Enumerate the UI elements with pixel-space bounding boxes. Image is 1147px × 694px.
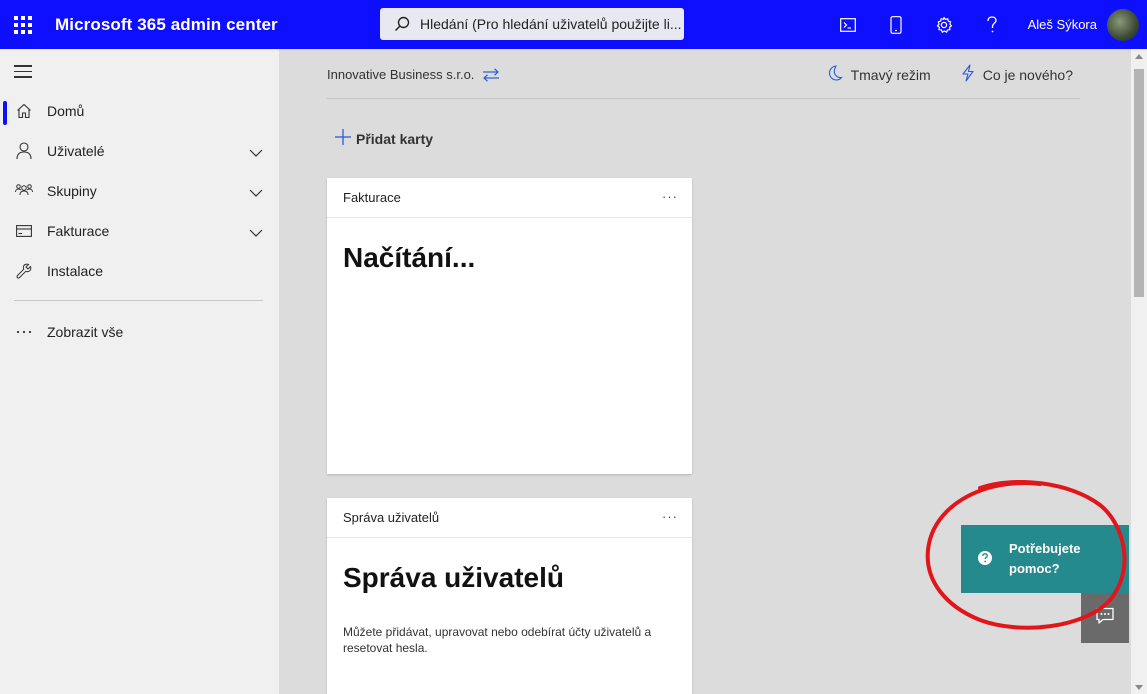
chevron-down-icon[interactable] [249, 184, 263, 200]
search-input[interactable]: Hledání (Pro hledání uživatelů použijte … [380, 8, 684, 40]
avatar[interactable] [1107, 8, 1139, 41]
chevron-down-icon[interactable] [249, 144, 263, 160]
help-button[interactable]: Potřebujete pomoc? [961, 525, 1129, 593]
group-icon [15, 182, 33, 200]
sidebar-item-groups[interactable]: Skupiny [0, 171, 279, 211]
whats-new-link[interactable]: Co je nového? [961, 64, 1073, 85]
hamburger-icon[interactable] [14, 65, 32, 82]
sidebar-item-home[interactable]: Domů [0, 91, 279, 131]
person-icon [15, 142, 33, 160]
chevron-down-icon[interactable] [249, 224, 263, 240]
dark-mode-toggle[interactable]: Tmavý režim [827, 64, 931, 85]
divider [14, 300, 263, 301]
home-icon [15, 102, 33, 120]
card-header: Fakturace ··· [327, 178, 692, 218]
gear-icon[interactable] [920, 0, 968, 49]
user-management-card: Správa uživatelů ··· Správa uživatelů Mů… [327, 498, 692, 694]
search-icon [394, 16, 410, 32]
add-cards-button[interactable]: Přidat karty [334, 128, 433, 149]
more-icon [15, 323, 33, 341]
plus-icon [334, 128, 356, 149]
dark-mode-label: Tmavý režim [850, 66, 931, 83]
card-title: Fakturace [343, 190, 401, 205]
more-options-button[interactable]: ··· [662, 189, 678, 204]
card-heading: Správa uživatelů [343, 562, 564, 593]
help-label: Potřebujete pomoc? [1009, 541, 1081, 576]
card-description: Můžete přidávat, upravovat nebo odebírat… [343, 625, 652, 655]
sidebar-item-label: Skupiny [47, 183, 97, 199]
card-title: Správa uživatelů [343, 510, 440, 525]
card-heading: Načítání... [343, 242, 476, 273]
header-divider [327, 98, 1080, 99]
sidebar-item-setup[interactable]: Instalace [0, 251, 279, 291]
swap-icon[interactable] [482, 67, 500, 82]
sidebar-item-label: Uživatelé [47, 143, 105, 159]
sidebar-item-label: Instalace [47, 263, 104, 279]
whats-new-label: Co je nového? [982, 66, 1073, 83]
card-icon [15, 222, 33, 240]
billing-card: Fakturace ··· Načítání... [327, 178, 692, 474]
terminal-icon[interactable] [824, 0, 872, 49]
add-cards-label: Přidat karty [356, 130, 434, 147]
active-indicator [3, 101, 7, 125]
feedback-button[interactable] [1081, 593, 1129, 643]
org-name: Innovative Business s.r.o. [327, 67, 475, 82]
sidebar: Domů Uživatelé Skupiny Fakturace Instala… [0, 49, 279, 694]
sidebar-item-users[interactable]: Uživatelé [0, 131, 279, 171]
sidebar-item-label: Domů [47, 103, 85, 119]
sidebar-item-label: Fakturace [47, 223, 110, 239]
sidebar-item-show-all[interactable]: Zobrazit vše [0, 312, 279, 352]
main-content: Innovative Business s.r.o. Tmavý režim C… [279, 49, 1131, 694]
more-options-button[interactable]: ··· [662, 509, 678, 524]
scroll-down-arrow[interactable] [1135, 685, 1143, 690]
sidebar-item-label: Zobrazit vše [47, 324, 124, 340]
help-icon[interactable] [968, 0, 1016, 49]
question-icon [977, 550, 993, 569]
scrollbar[interactable] [1131, 49, 1147, 694]
app-title[interactable]: Microsoft 365 admin center [55, 15, 278, 35]
user-name[interactable]: Aleš Sýkora [1028, 17, 1097, 32]
org-switcher[interactable]: Innovative Business s.r.o. [327, 67, 500, 82]
search-placeholder: Hledání (Pro hledání uživatelů použijte … [420, 16, 682, 32]
mobile-icon[interactable] [872, 0, 920, 49]
waffle-icon[interactable] [0, 0, 46, 49]
sidebar-item-billing[interactable]: Fakturace [0, 211, 279, 251]
wrench-icon [15, 262, 33, 280]
scroll-up-arrow[interactable] [1135, 54, 1143, 59]
chat-icon [1095, 607, 1115, 630]
card-header: Správa uživatelů ··· [327, 498, 692, 538]
moon-icon [827, 65, 851, 84]
lightning-icon [961, 64, 983, 85]
top-bar: Microsoft 365 admin center Hledání (Pro … [0, 0, 1147, 49]
scroll-thumb[interactable] [1134, 69, 1144, 297]
